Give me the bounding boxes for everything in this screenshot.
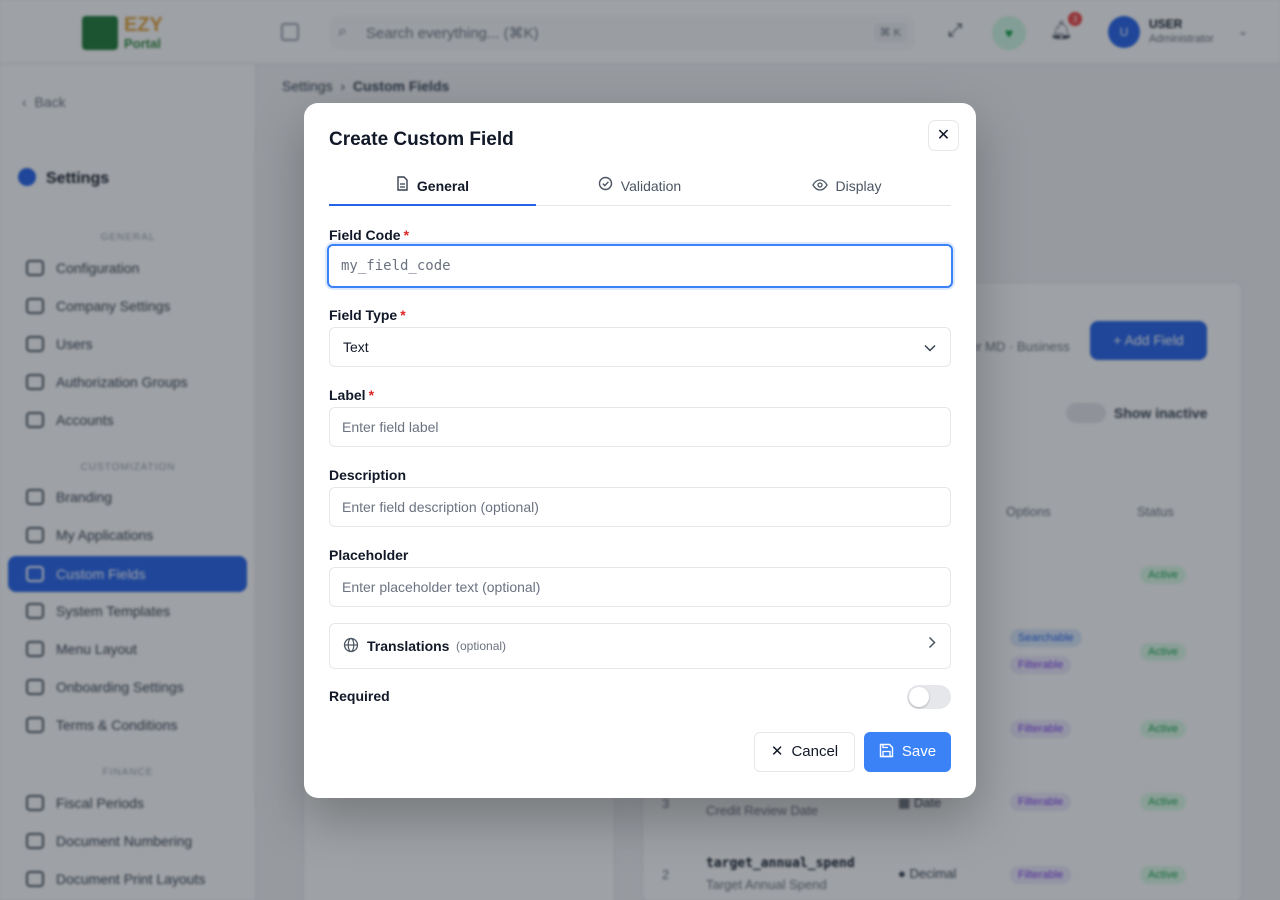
translations-label: Translations — [367, 638, 450, 654]
close-icon: ✕ — [770, 743, 784, 760]
close-button[interactable]: ✕ — [928, 120, 959, 151]
save-button[interactable]: Save — [864, 732, 951, 772]
dialog-title: Create Custom Field — [329, 129, 514, 150]
save-icon — [879, 732, 894, 772]
cancel-button[interactable]: ✕ Cancel — [754, 732, 855, 772]
document-icon — [396, 167, 409, 207]
check-circle-icon — [598, 167, 613, 207]
field-type-value: Text — [343, 339, 369, 355]
field-type-select[interactable]: Text — [329, 327, 951, 367]
eye-icon — [811, 167, 828, 207]
placeholder-input[interactable] — [329, 567, 951, 607]
field-code-label: Field Code * — [329, 227, 410, 243]
description-label: Description — [329, 467, 407, 483]
label-input[interactable] — [329, 407, 951, 447]
toggle-knob — [909, 687, 929, 707]
placeholder-label: Placeholder — [329, 547, 409, 563]
create-custom-field-dialog: Create Custom Field ✕ General Validation… — [304, 103, 976, 798]
translations-optional-note: (optional) — [456, 639, 507, 653]
field-code-input[interactable] — [327, 244, 953, 288]
tab-display[interactable]: Display — [743, 166, 950, 206]
tab-general[interactable]: General — [329, 166, 536, 206]
translations-expander[interactable]: Translations (optional) — [329, 623, 951, 669]
field-type-label: Field Type * — [329, 307, 406, 323]
close-icon: ✕ — [936, 127, 951, 144]
dialog-tabs: General Validation Display — [329, 166, 951, 206]
chevron-down-icon — [924, 328, 936, 366]
required-label: Required — [329, 688, 390, 704]
globe-icon — [343, 637, 359, 653]
label-field-label: Label * — [329, 387, 375, 403]
chevron-right-icon — [928, 636, 936, 654]
tab-validation[interactable]: Validation — [536, 166, 743, 206]
required-toggle[interactable] — [907, 685, 951, 709]
description-input[interactable] — [329, 487, 951, 527]
